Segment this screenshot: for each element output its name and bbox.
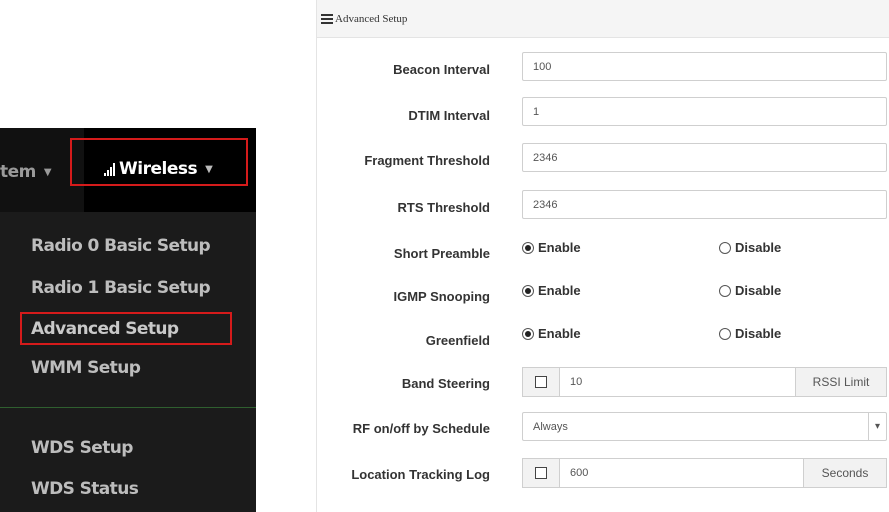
short-preamble-label: Short Preamble xyxy=(393,246,490,261)
fragment-threshold-label: Fragment Threshold xyxy=(364,153,490,168)
highlight-box-wireless xyxy=(70,138,248,186)
rf-schedule-selected-value: Always xyxy=(533,420,568,433)
panel-header: Advanced Setup xyxy=(317,0,889,38)
location-tracking-group: 600 Seconds xyxy=(522,458,887,488)
igmp-snooping-label: IGMP Snooping xyxy=(393,289,490,304)
band-steering-label: Band Steering xyxy=(401,376,490,391)
list-icon xyxy=(321,13,333,24)
radio-unselected-icon xyxy=(719,284,731,297)
igmp-snooping-enable-label: Enable xyxy=(538,283,581,298)
radio-selected-icon xyxy=(522,241,534,254)
rf-schedule-label: RF on/off by Schedule xyxy=(352,421,490,436)
radio-selected-icon xyxy=(522,327,534,340)
nav-menu-crop: tem ▼ Wireless ▼ Radio 0 Basic Setup Rad… xyxy=(0,128,256,512)
menu-item-wds-status[interactable]: WDS Status xyxy=(31,478,139,500)
rssi-limit-addon: RSSI Limit xyxy=(795,367,887,397)
beacon-interval-label: Beacon Interval xyxy=(393,62,490,77)
rf-schedule-select[interactable]: Always ▾ xyxy=(522,412,887,441)
short-preamble-disable-label: Disable xyxy=(735,240,782,255)
dtim-interval-label: DTIM Interval xyxy=(408,108,490,123)
dtim-interval-input[interactable]: 1 xyxy=(522,97,887,126)
location-tracking-input[interactable]: 600 xyxy=(560,458,803,488)
nav-tab-system-label: tem xyxy=(0,162,36,182)
menu-item-wds-setup[interactable]: WDS Setup xyxy=(31,437,133,459)
greenfield-enable-radio[interactable]: Enable xyxy=(522,326,581,341)
chevron-down-icon: ▾ xyxy=(868,413,886,440)
igmp-snooping-enable-radio[interactable]: Enable xyxy=(522,283,581,298)
radio-selected-icon xyxy=(522,284,534,297)
menu-divider xyxy=(0,407,256,408)
short-preamble-enable-label: Enable xyxy=(538,240,581,255)
igmp-snooping-disable-label: Disable xyxy=(735,283,782,298)
greenfield-label: Greenfield xyxy=(425,333,490,348)
location-tracking-label: Location Tracking Log xyxy=(351,467,490,482)
menu-item-wmm-setup[interactable]: WMM Setup xyxy=(31,357,141,379)
location-tracking-checkbox-addon xyxy=(522,458,560,488)
location-tracking-checkbox[interactable] xyxy=(535,467,547,479)
caret-down-icon: ▼ xyxy=(43,166,52,178)
short-preamble-enable-radio[interactable]: Enable xyxy=(522,240,581,255)
greenfield-disable-radio[interactable]: Disable xyxy=(719,326,781,341)
short-preamble-disable-radio[interactable]: Disable xyxy=(719,240,781,255)
band-steering-checkbox[interactable] xyxy=(535,376,547,388)
band-steering-group: 10 RSSI Limit xyxy=(522,367,887,397)
rts-threshold-label: RTS Threshold xyxy=(397,200,490,215)
greenfield-disable-label: Disable xyxy=(735,326,782,341)
menu-item-radio1-basic-setup[interactable]: Radio 1 Basic Setup xyxy=(31,277,211,299)
beacon-interval-input[interactable]: 100 xyxy=(522,52,887,81)
greenfield-enable-label: Enable xyxy=(538,326,581,341)
nav-tab-system[interactable]: tem ▼ xyxy=(0,158,52,186)
rts-threshold-input[interactable]: 2346 xyxy=(522,190,887,219)
fragment-threshold-input[interactable]: 2346 xyxy=(522,143,887,172)
radio-unselected-icon xyxy=(719,241,731,254)
band-steering-input[interactable]: 10 xyxy=(560,367,795,397)
igmp-snooping-disable-radio[interactable]: Disable xyxy=(719,283,781,298)
panel-title: Advanced Setup xyxy=(335,12,408,25)
seconds-addon: Seconds xyxy=(803,458,887,488)
radio-unselected-icon xyxy=(719,327,731,340)
menu-item-radio0-basic-setup[interactable]: Radio 0 Basic Setup xyxy=(31,235,211,257)
highlight-box-advanced-setup xyxy=(20,312,232,345)
band-steering-checkbox-addon xyxy=(522,367,560,397)
